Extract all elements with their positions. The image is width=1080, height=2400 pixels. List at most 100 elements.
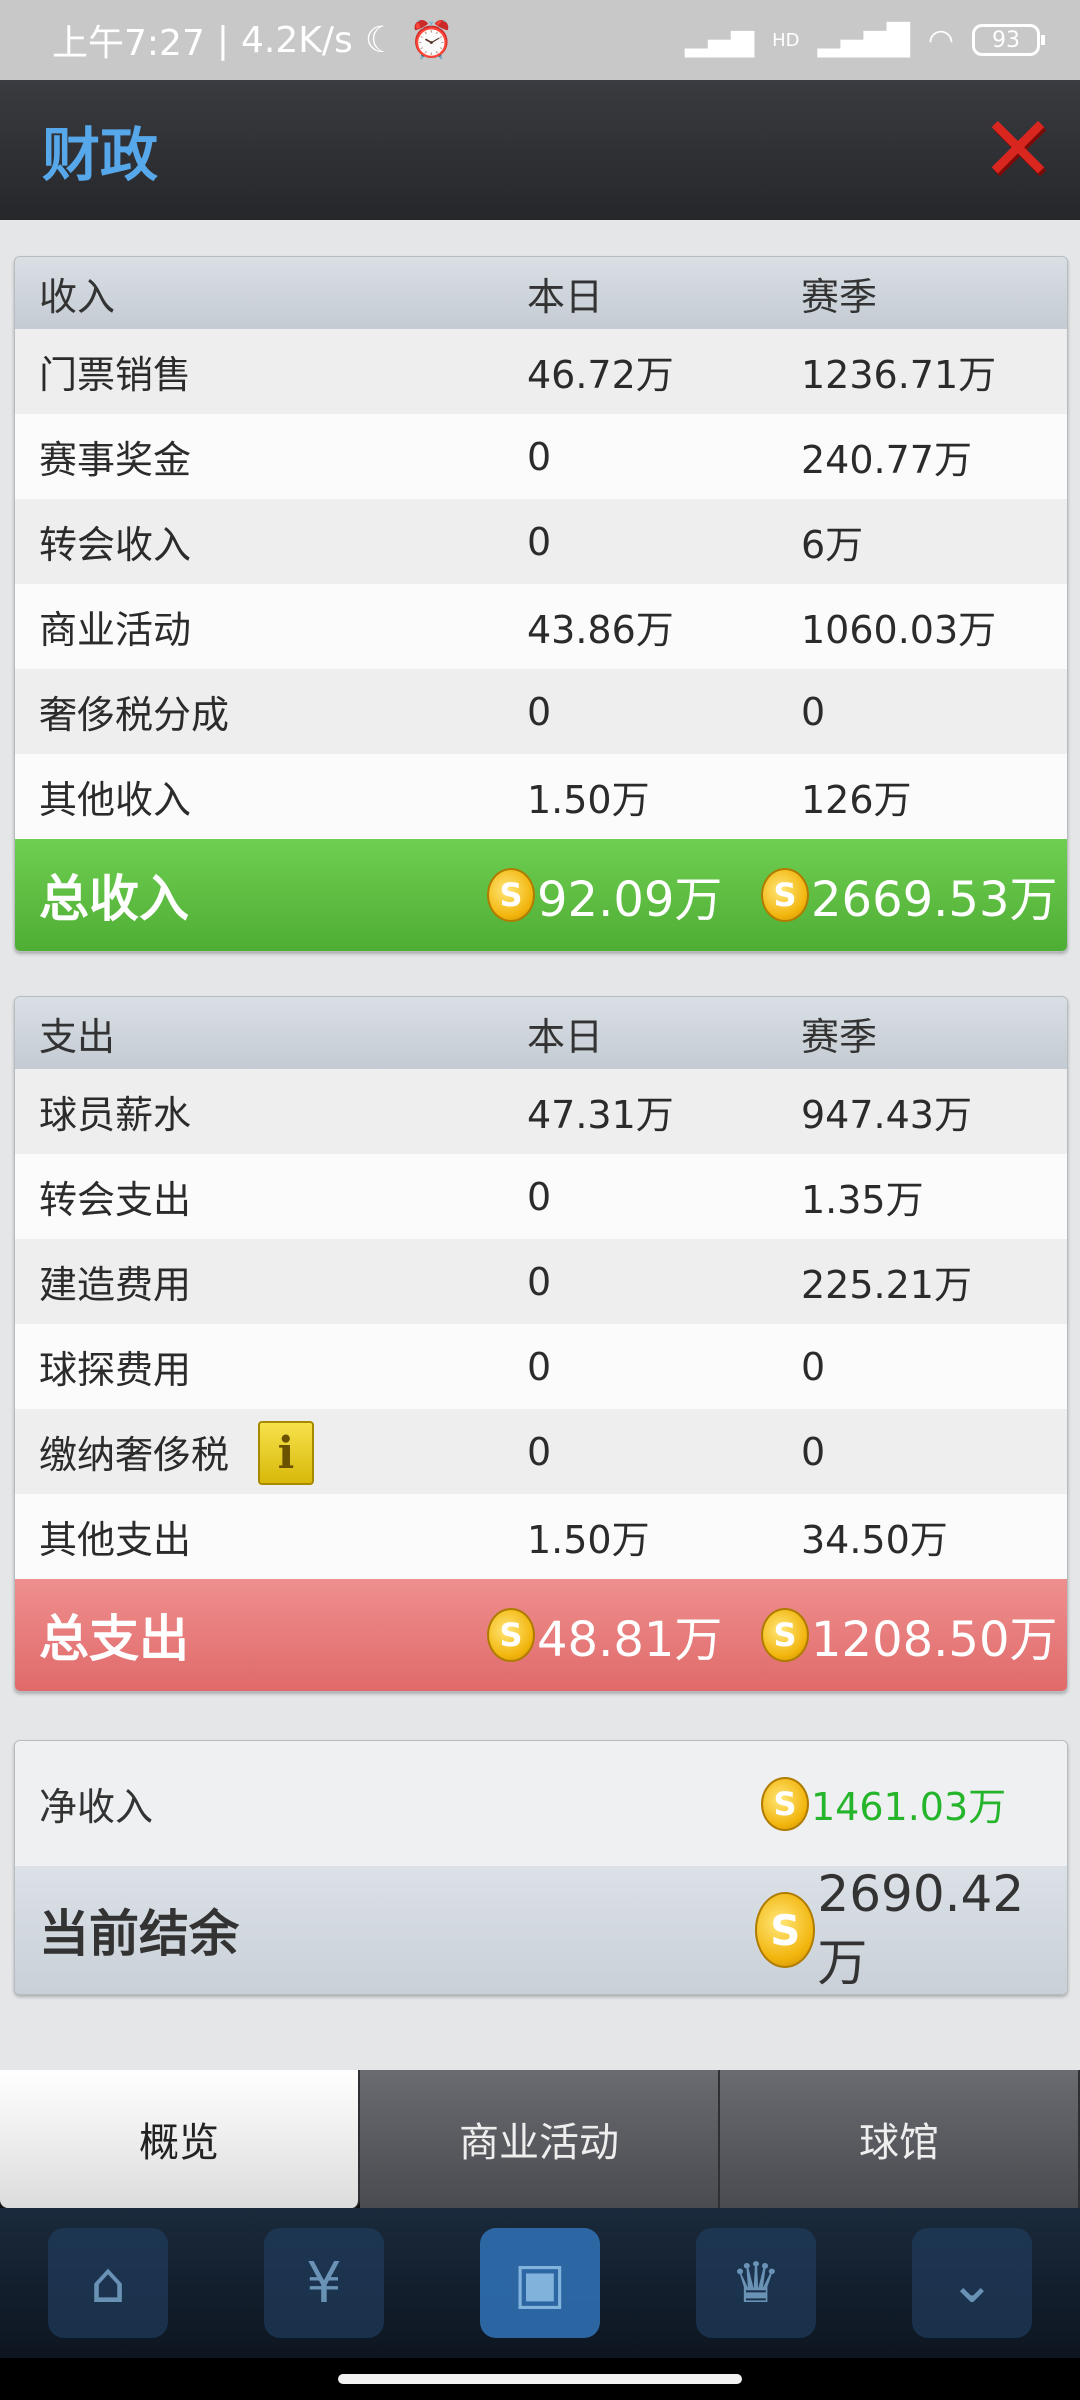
coin-icon: S xyxy=(487,868,535,922)
finance-icon[interactable]: ¥ xyxy=(264,2228,384,2338)
office-icon[interactable]: ▣ xyxy=(480,2228,600,2338)
gesture-handle[interactable] xyxy=(338,2374,742,2384)
row-season: 6万 xyxy=(801,523,864,567)
page-title: 财政 xyxy=(42,121,159,189)
expense-total-season: S 1208.50万 xyxy=(761,1600,1058,1670)
info-button[interactable]: i xyxy=(258,1421,314,1485)
row-label: 建造费用 xyxy=(39,1263,192,1307)
net-income-row: 净收入 S 1461.03万 xyxy=(15,1741,1067,1866)
income-panel: 收入 本日 赛季 门票销售 46.72万 1236.71万 赛事奖金 0 240… xyxy=(14,256,1068,952)
status-bar: 上午7:27 | 4.2K/s ☾ ⏰ ▂▄▆ HD ▂▄▆█ ◠ 93 xyxy=(0,0,1080,80)
signal-strong-icon: ▂▄▆█ xyxy=(817,22,910,58)
title-bar: 财政 ✕ xyxy=(0,80,1080,220)
table-row: 建造费用 0 225.21万 xyxy=(15,1239,1067,1324)
home-icon[interactable]: ⌂ xyxy=(48,2228,168,2338)
table-row: 门票销售 46.72万 1236.71万 xyxy=(15,329,1067,414)
row-day: 0 xyxy=(527,1344,552,1389)
info-icon: i xyxy=(277,1427,295,1479)
row-label: 门票销售 xyxy=(39,353,192,397)
balance-value-wrap: S 2690.42万 xyxy=(755,1865,1067,1994)
balance-label: 当前结余 xyxy=(39,1905,239,1963)
table-row: 球探费用 0 0 xyxy=(15,1324,1067,1409)
table-row: 转会支出 0 1.35万 xyxy=(15,1154,1067,1239)
trophy-icon[interactable]: ♛ xyxy=(696,2228,816,2338)
expense-header-day: 本日 xyxy=(527,1014,604,1059)
expense-total-row: 总支出 S 48.81万 S 1208.50万 xyxy=(15,1579,1067,1691)
income-total-row: 总收入 S 92.09万 S 2669.53万 xyxy=(15,839,1067,951)
row-day: 1.50万 xyxy=(527,778,650,822)
net-income-value: 1461.03万 xyxy=(811,1785,1007,1829)
income-total-season-value: 2669.53万 xyxy=(811,872,1058,928)
row-day: 1.50万 xyxy=(527,1518,650,1562)
table-row: 赛事奖金 0 240.77万 xyxy=(15,414,1067,499)
status-right: ▂▄▆ HD ▂▄▆█ ◠ 93 xyxy=(685,0,1045,80)
wifi-icon: ◠ xyxy=(927,22,954,58)
expense-rows: 球员薪水 47.31万 947.43万 转会支出 0 1.35万 建造费用 0 … xyxy=(15,1069,1067,1579)
tab-business[interactable]: 商业活动 xyxy=(360,2070,720,2208)
game-bottom-nav: ⌂ ¥ ▣ ♛ ⌄ xyxy=(0,2208,1080,2358)
row-label: 奢侈税分成 xyxy=(39,693,230,737)
table-row: 其他支出 1.50万 34.50万 xyxy=(15,1494,1067,1579)
battery-icon: 93 xyxy=(972,24,1045,56)
status-time: 上午7:27 xyxy=(52,23,205,64)
net-income-label: 净收入 xyxy=(39,1785,154,1829)
network-badge: HD xyxy=(772,29,800,51)
summary-panel: 净收入 S 1461.03万 当前结余 S 2690.42万 xyxy=(14,1740,1068,1995)
row-season: 0 xyxy=(801,1344,826,1389)
row-label: 转会支出 xyxy=(39,1178,192,1222)
moon-icon: ☾ xyxy=(364,19,398,61)
expense-total-season-value: 1208.50万 xyxy=(811,1612,1058,1668)
row-season: 1.35万 xyxy=(801,1178,924,1222)
battery-level: 93 xyxy=(992,27,1020,53)
expense-header-label: 支出 xyxy=(39,1014,116,1059)
coin-icon: S xyxy=(761,1776,809,1831)
expense-total-day-value: 48.81万 xyxy=(537,1612,723,1668)
table-row: 转会收入 0 6万 xyxy=(15,499,1067,584)
row-label: 赛事奖金 xyxy=(39,438,192,482)
row-label: 缴纳奢侈税 xyxy=(39,1433,230,1477)
table-row: 球员薪水 47.31万 947.43万 xyxy=(15,1069,1067,1154)
tab-overview[interactable]: 概览 xyxy=(0,2070,360,2208)
table-row: 奢侈税分成 0 0 xyxy=(15,669,1067,754)
coin-icon: S xyxy=(755,1892,816,1968)
row-season: 225.21万 xyxy=(801,1263,972,1307)
coin-icon: S xyxy=(761,868,809,922)
income-header: 收入 本日 赛季 xyxy=(15,257,1067,329)
income-total-season: S 2669.53万 xyxy=(761,860,1058,930)
status-speed: 4.2K/s xyxy=(240,19,353,61)
status-left: 上午7:27 | 4.2K/s ☾ ⏰ xyxy=(52,0,454,80)
chevron-down-icon[interactable]: ⌄ xyxy=(912,2228,1032,2338)
income-total-day-value: 92.09万 xyxy=(537,872,723,928)
tab-arena[interactable]: 球馆 xyxy=(720,2070,1080,2208)
income-header-season: 赛季 xyxy=(801,274,878,319)
row-season: 947.43万 xyxy=(801,1093,972,1137)
net-income-value-wrap: S 1461.03万 xyxy=(761,1776,1006,1831)
row-day: 43.86万 xyxy=(527,608,674,652)
close-icon: ✕ xyxy=(980,97,1056,202)
expense-header: 支出 本日 赛季 xyxy=(15,997,1067,1069)
table-row: 商业活动 43.86万 1060.03万 xyxy=(15,584,1067,669)
balance-row: 当前结余 S 2690.42万 xyxy=(15,1865,1067,1994)
finance-content: 收入 本日 赛季 门票销售 46.72万 1236.71万 赛事奖金 0 240… xyxy=(0,220,1080,2072)
expense-header-season: 赛季 xyxy=(801,1014,878,1059)
row-season: 0 xyxy=(801,689,826,734)
row-label: 球探费用 xyxy=(39,1348,192,1392)
close-button[interactable]: ✕ xyxy=(978,105,1058,195)
income-header-day: 本日 xyxy=(527,274,604,319)
row-day: 0 xyxy=(527,1174,552,1219)
row-day: 47.31万 xyxy=(527,1093,674,1137)
table-row: 其他收入 1.50万 126万 xyxy=(15,754,1067,839)
row-day: 0 xyxy=(527,1429,552,1474)
row-label: 其他收入 xyxy=(39,778,192,822)
row-day: 0 xyxy=(527,434,552,479)
income-total-day: S 92.09万 xyxy=(487,860,722,930)
income-total-label: 总收入 xyxy=(39,870,189,928)
row-day: 0 xyxy=(527,1259,552,1304)
row-label: 其他支出 xyxy=(39,1518,192,1562)
row-label: 商业活动 xyxy=(39,608,192,652)
expense-total-day: S 48.81万 xyxy=(487,1600,722,1670)
alarm-icon: ⏰ xyxy=(409,20,454,61)
row-season: 0 xyxy=(801,1429,826,1474)
expense-total-label: 总支出 xyxy=(39,1610,189,1668)
coin-icon: S xyxy=(761,1608,809,1662)
